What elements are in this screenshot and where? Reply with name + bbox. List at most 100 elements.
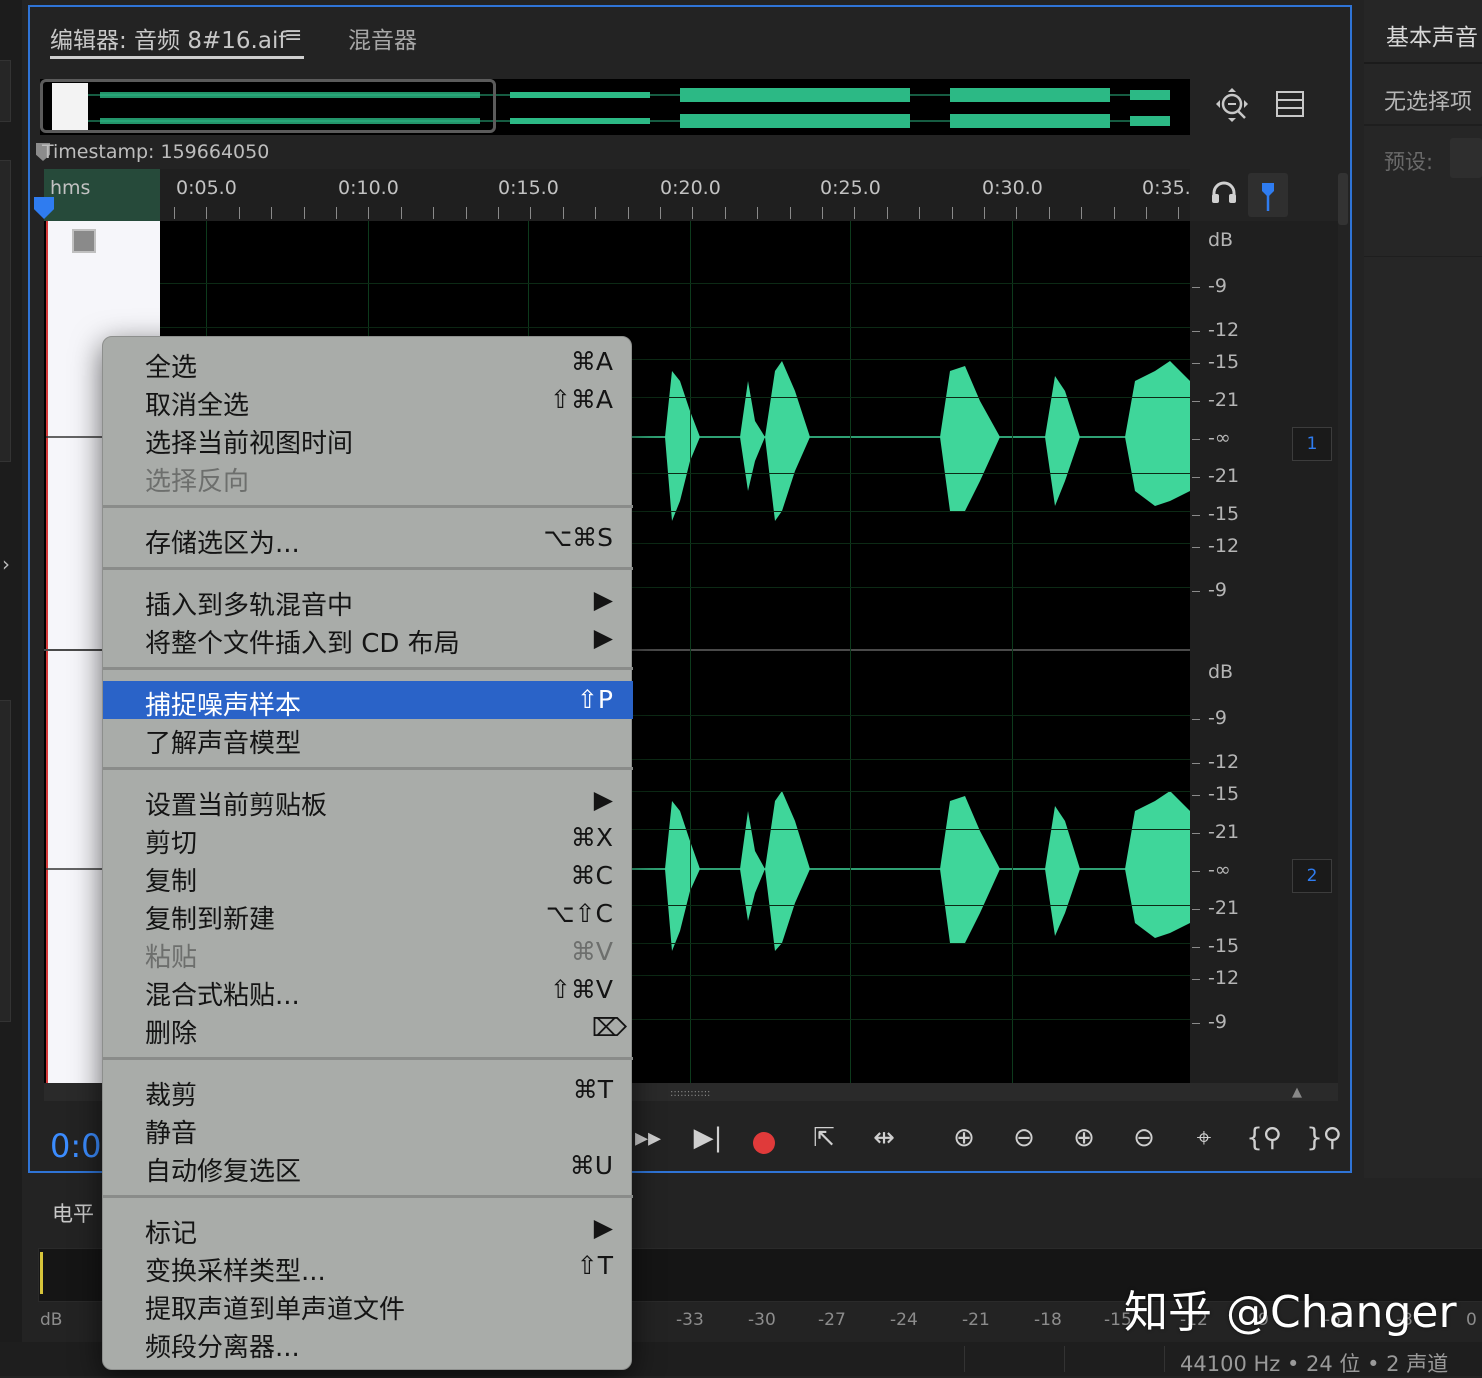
divider (1364, 256, 1482, 257)
menu-shortcut: ⌘A (570, 347, 613, 376)
hamburger-menu-icon[interactable]: ≡ (284, 23, 302, 48)
status-divider (1064, 1346, 1065, 1372)
menu-item-copy-to-new[interactable]: 复制到新建 ⌥⇧C (103, 895, 633, 935)
menu-item-save-selection[interactable]: 存储选区为... ⌥⌘S (103, 519, 633, 559)
ruler-tick (822, 207, 823, 219)
menu-shortcut: ⌘U (569, 1151, 613, 1180)
meter-tick-label: -21 (962, 1310, 990, 1330)
menu-item-deselect-all[interactable]: 取消全选 ⇧⌘A (103, 381, 633, 421)
menu-item-paste[interactable]: 粘贴 ⌘V (103, 933, 633, 973)
ruler-tick (886, 207, 888, 219)
ruler-tick (433, 207, 435, 219)
menu-item-insert-multitrack[interactable]: 插入到多轨混音中 ▶ (103, 581, 633, 621)
menu-item-label: 静音 (145, 1119, 198, 1149)
menu-item-label: 选择当前视图时间 (145, 429, 354, 459)
tab-editor[interactable]: 编辑器: 音频 8#16.aif (50, 21, 286, 55)
ruler-tick (368, 207, 370, 219)
ruler-tick (724, 207, 726, 219)
menu-item-convert-sample-type[interactable]: 变换采样类型... ⇧T (103, 1247, 633, 1287)
expand-chevron-icon[interactable]: › (2, 552, 10, 576)
menu-item-invert-selection[interactable]: 选择反向 (103, 457, 633, 497)
menu-item-copy[interactable]: 复制 ⌘C (103, 857, 633, 897)
zoom-out-amplitude-button[interactable]: ⊖ (1004, 1123, 1044, 1163)
zoom-reset-icon[interactable] (1214, 87, 1250, 131)
db-unit-label: dB (1208, 229, 1234, 251)
menu-item-frequency-band-splitter[interactable]: 频段分离器... (103, 1323, 633, 1363)
menu-item-cut[interactable]: 剪切 ⌘X (103, 819, 633, 859)
delete-key-icon: ⌦ (591, 1013, 627, 1042)
db-tick-label: -9 (1208, 579, 1227, 601)
zoom-out-time-button[interactable]: ⊖ (1124, 1123, 1164, 1163)
menu-item-select-view-time[interactable]: 选择当前视图时间 (103, 419, 633, 459)
db-tick (1192, 591, 1200, 592)
db-tick (1192, 719, 1200, 720)
menu-item-auto-heal[interactable]: 自动修复选区 ⌘U (103, 1147, 633, 1187)
channel-2-toggle[interactable]: 2 (1292, 859, 1332, 893)
menu-item-label: 捕捉噪声样本 (145, 691, 302, 721)
ruler-tick (1178, 207, 1180, 219)
meter-tick-label: -18 (1034, 1310, 1062, 1330)
menu-item-learn-sound-model[interactable]: 了解声音模型 (103, 719, 633, 759)
menu-separator (103, 1057, 633, 1060)
zoom-out-full-button[interactable]: ⌖ (1184, 1123, 1224, 1163)
context-menu: 全选 ⌘A 取消全选 ⇧⌘A 选择当前视图时间 选择反向 存储选区为... ⌥⌘S 插… (102, 336, 633, 1370)
ruler-tick (465, 207, 467, 219)
ruler-label: 0:35. (1142, 177, 1191, 199)
menu-item-marker[interactable]: 标记 ▶ (103, 1209, 633, 1249)
fast-forward-button[interactable]: ▸▸ (628, 1123, 668, 1163)
channel-1-toggle[interactable]: 1 (1292, 427, 1332, 461)
db-tick (1192, 331, 1200, 332)
menu-item-delete[interactable]: 删除 ⌦ (103, 1009, 633, 1049)
status-divider (964, 1346, 965, 1372)
overview-zoom-window[interactable] (40, 79, 496, 133)
menu-item-insert-cd-layout[interactable]: 将整个文件插入到 CD 布局 ▶ (103, 619, 633, 659)
ruler-tick (271, 207, 273, 219)
db-tick-label: -9 (1208, 275, 1227, 297)
skip-to-end-button[interactable]: ▶| (688, 1123, 728, 1163)
menu-separator (103, 767, 633, 770)
menu-item-label: 删除 (145, 1019, 198, 1049)
list-view-icon[interactable] (1276, 91, 1304, 117)
menu-item-extract-channels[interactable]: 提取声道到单声道文件 (103, 1285, 633, 1325)
ruler-tick (336, 207, 337, 219)
record-button[interactable] (744, 1123, 784, 1163)
zoom-in-time-button[interactable]: ⊕ (1064, 1123, 1104, 1163)
menu-item-capture-noise-print[interactable]: 捕捉噪声样本 ⇧P (103, 681, 633, 721)
zoom-in-at-start-button[interactable]: {⚲ (1244, 1123, 1284, 1163)
level-meter-title[interactable]: 电平 (52, 1198, 94, 1228)
scroll-up-icon[interactable]: ▲ (1292, 1085, 1302, 1100)
menu-item-crop[interactable]: 裁剪 ⌘T (103, 1071, 633, 1111)
skip-selection-button[interactable]: ⇹ (864, 1123, 904, 1163)
menu-separator (103, 667, 633, 670)
menu-separator (103, 567, 633, 570)
ruler-label: 0:20.0 (660, 177, 721, 199)
pin-icon[interactable] (1248, 173, 1288, 217)
scrollbar-grip-icon[interactable]: :::::::::::: (670, 1088, 718, 1099)
db-tick-label: -21 (1208, 389, 1240, 411)
divider (1364, 124, 1482, 126)
loop-button[interactable]: ⇱ (804, 1123, 844, 1163)
no-selection-label: 无选择项 (1384, 90, 1473, 115)
menu-item-mix-paste[interactable]: 混合式粘贴... ⇧⌘V (103, 971, 633, 1011)
menu-item-label: 裁剪 (145, 1081, 198, 1111)
menu-item-set-clipboard[interactable]: 设置当前剪贴板 ▶ (103, 781, 633, 821)
db-tick-label: -12 (1208, 751, 1240, 773)
ruler-tick (627, 207, 629, 219)
menu-item-silence[interactable]: 静音 (103, 1109, 633, 1149)
essential-sound-title[interactable]: 基本声音 (1386, 18, 1478, 52)
vertical-scrollbar[interactable] (1338, 173, 1348, 225)
ruler-tick (951, 207, 953, 219)
db-tick-label: -15 (1208, 503, 1240, 525)
menu-item-select-all[interactable]: 全选 ⌘A (103, 343, 633, 383)
ruler-tick (238, 207, 240, 219)
menu-shortcut: ⌘V (570, 937, 613, 966)
zoom-in-amplitude-button[interactable]: ⊕ (944, 1123, 984, 1163)
ruler-tick (1113, 207, 1115, 219)
headphones-icon[interactable] (1210, 179, 1238, 212)
db-tick-label: -∞ (1208, 427, 1231, 449)
db-tick-label: -9 (1208, 707, 1227, 729)
sample-format-info: 44100 Hz • 24 位 • 2 声道 (1180, 1352, 1449, 1376)
tab-mixer[interactable]: 混音器 (348, 21, 417, 55)
preset-dropdown[interactable] (1450, 138, 1482, 178)
zoom-in-at-end-button[interactable]: }⚲ (1304, 1123, 1344, 1163)
